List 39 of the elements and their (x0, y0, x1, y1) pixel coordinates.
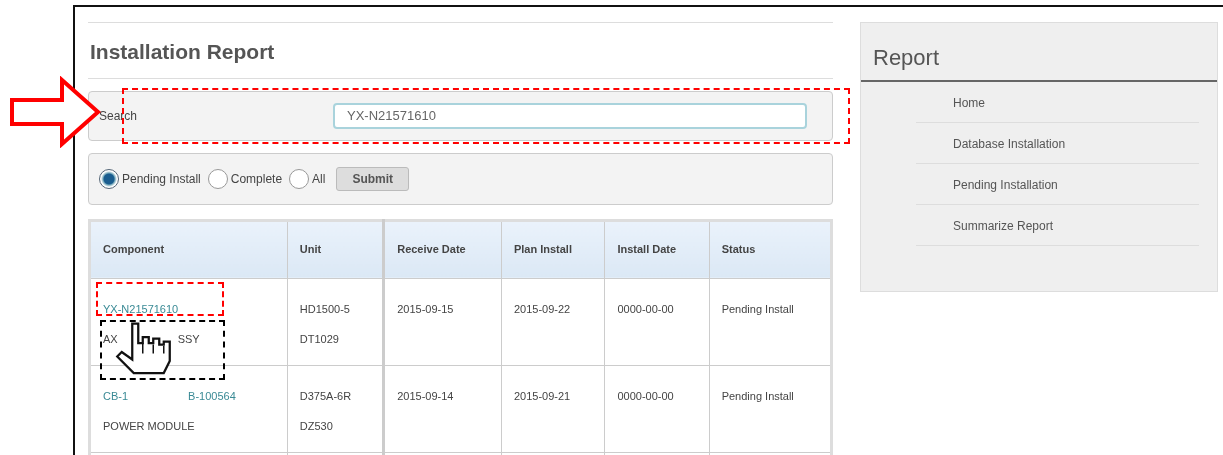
radio-label[interactable]: All (312, 169, 326, 188)
sidebar-link[interactable]: Home (916, 82, 1199, 123)
search-field[interactable]: YX-N21571610 (333, 102, 807, 129)
table-cell-text: 0000-00-00 (617, 389, 674, 402)
column-header: Receive Date (383, 220, 502, 278)
radio-label[interactable]: Complete (230, 169, 283, 188)
column-header: Component (89, 220, 288, 278)
table-cell-text: DZ530 (299, 419, 333, 432)
sidebar-link[interactable]: Database Installation (916, 123, 1199, 164)
radio-button[interactable] (289, 168, 310, 189)
search-label: Search (99, 107, 139, 125)
page-title: Installation Report (88, 22, 833, 79)
column-header: Plan Install (501, 220, 605, 278)
column-header: Install Date (604, 220, 710, 278)
radio-button[interactable] (207, 168, 228, 189)
submit-button[interactable]: Submit (336, 166, 410, 191)
column-header: Status (709, 220, 832, 278)
radio-button[interactable] (99, 168, 119, 189)
sidebar-link[interactable]: Pending Installation (916, 164, 1199, 205)
component-description: AX (103, 332, 118, 345)
radio-label[interactable]: Pending Install (122, 169, 201, 188)
component-link[interactable]: CB-1 (103, 389, 129, 402)
table-cell-text: DT1029 (299, 332, 339, 345)
table-cell-text: 2015-09-21 (513, 389, 571, 402)
table-cell-text: HD1500-5 (299, 302, 350, 315)
table-cell-text: Pending Install (721, 389, 794, 402)
table-cell-text: 0000-00-00 (617, 302, 674, 315)
table-cell-text: 2015-09-15 (397, 302, 454, 315)
component-link[interactable]: B-100564 (188, 389, 236, 402)
column-header: Unit (287, 220, 384, 278)
sidebar-title: Report (861, 23, 1217, 82)
component-link[interactable]: YX-N21571610 (103, 302, 179, 315)
table-cell-text: 2015-09-22 (513, 302, 571, 315)
table-cell-text: D375A-6R (299, 389, 352, 402)
table-cell-text: Pending Install (721, 302, 794, 315)
sidebar-link[interactable]: Summarize Report (916, 205, 1199, 246)
component-description: POWER MODULE (103, 419, 195, 432)
table-cell-text: 2015-09-14 (397, 389, 454, 402)
component-description: SSY (177, 332, 200, 345)
